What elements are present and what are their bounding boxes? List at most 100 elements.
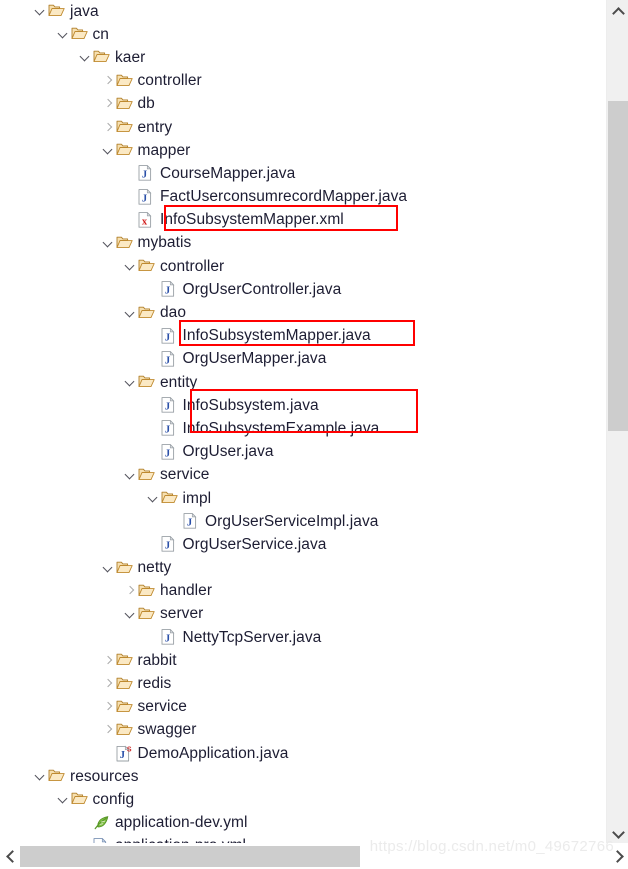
tree-expander-spacer: [101, 742, 116, 765]
tree-expander-collapsed-icon[interactable]: [123, 580, 138, 603]
tree-row[interactable]: mapper: [0, 139, 606, 162]
tree-row[interactable]: J CourseMapper.java: [0, 162, 606, 185]
folder-open-icon: [93, 49, 110, 66]
tree-expander-expanded-icon[interactable]: [146, 487, 161, 510]
tree-row[interactable]: application-dev.yml: [0, 812, 606, 835]
tree-item-label: OrgUserService.java: [182, 535, 327, 553]
tree-expander-expanded-icon[interactable]: [123, 302, 138, 325]
chevron-up-icon[interactable]: [607, 0, 628, 20]
folder-open-icon: [116, 652, 133, 669]
tree-row[interactable]: cn: [0, 23, 606, 46]
tree-row[interactable]: J InfoSubsystem.java: [0, 394, 606, 417]
folder-open-icon: [138, 374, 155, 391]
tree-row[interactable]: J OrgUserController.java: [0, 278, 606, 301]
tree-row[interactable]: service: [0, 696, 606, 719]
tree-row[interactable]: dao: [0, 301, 606, 324]
tree-row[interactable]: handler: [0, 580, 606, 603]
java-spring-main-file-icon: JS: [116, 745, 133, 762]
vertical-scrollbar-thumb[interactable]: [608, 101, 628, 431]
tree-expander-collapsed-icon[interactable]: [101, 649, 116, 672]
tree-expander-expanded-icon[interactable]: [123, 603, 138, 626]
tree-row[interactable]: J FactUserconsumrecordMapper.java: [0, 186, 606, 209]
tree-expander-expanded-icon[interactable]: [78, 46, 93, 69]
package-explorer-tree[interactable]: java cn kaer controller db entry mapper J Course…: [0, 0, 606, 843]
tree-expander-expanded-icon[interactable]: [123, 255, 138, 278]
tree-expander-expanded-icon[interactable]: [56, 788, 71, 811]
tree-row[interactable]: config: [0, 788, 606, 811]
tree-row[interactable]: mybatis: [0, 232, 606, 255]
svg-text:J: J: [142, 193, 147, 204]
tree-expander-collapsed-icon[interactable]: [101, 673, 116, 696]
tree-item-label: NettyTcpServer.java: [182, 628, 322, 646]
svg-text:J: J: [187, 518, 192, 529]
folder-open-icon: [138, 606, 155, 623]
tree-expander-spacer: [123, 209, 138, 232]
tree-row[interactable]: J InfoSubsystemMapper.java: [0, 325, 606, 348]
svg-text:J: J: [164, 286, 169, 297]
tree-item-label: redis: [137, 675, 172, 693]
tree-item-label: application-dev.yml: [115, 814, 248, 832]
vertical-scrollbar[interactable]: [606, 0, 628, 843]
tree-row[interactable]: entry: [0, 116, 606, 139]
tree-expander-spacer: [146, 626, 161, 649]
tree-expander-collapsed-icon[interactable]: [101, 93, 116, 116]
tree-expander-expanded-icon[interactable]: [33, 0, 48, 23]
svg-text:J: J: [164, 541, 169, 552]
tree-row[interactable]: J OrgUserMapper.java: [0, 348, 606, 371]
tree-row[interactable]: entity: [0, 371, 606, 394]
folder-open-icon: [116, 722, 133, 739]
tree-expander-collapsed-icon[interactable]: [101, 70, 116, 93]
tree-row[interactable]: controller: [0, 70, 606, 93]
tree-expander-expanded-icon[interactable]: [56, 23, 71, 46]
tree-row[interactable]: J OrgUser.java: [0, 441, 606, 464]
tree-row[interactable]: swagger: [0, 719, 606, 742]
tree-expander-expanded-icon[interactable]: [33, 765, 48, 788]
tree-item-label: InfoSubsystemMapper.java: [182, 327, 371, 345]
chevron-left-icon[interactable]: [0, 843, 20, 869]
tree-item-label: impl: [182, 489, 212, 507]
tree-row[interactable]: server: [0, 603, 606, 626]
yaml-spring-file-icon: [93, 815, 110, 832]
folder-open-icon: [116, 142, 133, 159]
tree-row[interactable]: resources: [0, 765, 606, 788]
svg-text:J: J: [119, 750, 124, 761]
tree-item-label: OrgUser.java: [182, 443, 274, 461]
svg-text:J: J: [164, 633, 169, 644]
tree-row[interactable]: J OrgUserService.java: [0, 533, 606, 556]
tree-expander-expanded-icon[interactable]: [101, 232, 116, 255]
horizontal-scrollbar-thumb[interactable]: [20, 846, 360, 867]
tree-row[interactable]: impl: [0, 487, 606, 510]
tree-expander-expanded-icon[interactable]: [123, 464, 138, 487]
tree-row[interactable]: J S DemoApplication.java: [0, 742, 606, 765]
tree-expander-expanded-icon[interactable]: [101, 139, 116, 162]
folder-open-icon: [48, 768, 65, 785]
tree-row[interactable]: J InfoSubsystemExample.java: [0, 417, 606, 440]
tree-expander-expanded-icon[interactable]: [123, 371, 138, 394]
tree-row[interactable]: J NettyTcpServer.java: [0, 626, 606, 649]
tree-expander-spacer: [168, 510, 183, 533]
tree-item-label: InfoSubsystem.java: [182, 396, 319, 414]
tree-expander-collapsed-icon[interactable]: [101, 116, 116, 139]
java-file-icon: J: [161, 397, 178, 414]
xml-file-icon: x: [138, 211, 155, 229]
tree-row[interactable]: rabbit: [0, 649, 606, 672]
tree-row[interactable]: x InfoSubsystemMapper.xml: [0, 209, 606, 232]
tree-item-label: entity: [160, 373, 198, 391]
tree-row[interactable]: controller: [0, 255, 606, 278]
tree-row[interactable]: service: [0, 464, 606, 487]
tree-row[interactable]: kaer: [0, 46, 606, 69]
tree-expander-expanded-icon[interactable]: [101, 557, 116, 580]
tree-row[interactable]: redis: [0, 672, 606, 695]
folder-open-icon: [116, 699, 133, 716]
tree-row[interactable]: java: [0, 0, 606, 23]
tree-item-label: InfoSubsystemMapper.xml: [160, 211, 344, 229]
tree-row[interactable]: db: [0, 93, 606, 116]
tree-item-label: server: [160, 605, 204, 623]
tree-row[interactable]: J OrgUserServiceImpl.java: [0, 510, 606, 533]
tree-item-label: service: [137, 698, 187, 716]
tree-expander-collapsed-icon[interactable]: [101, 719, 116, 742]
tree-item-label: rabbit: [137, 651, 177, 669]
tree-expander-spacer: [78, 835, 93, 843]
tree-row[interactable]: netty: [0, 557, 606, 580]
tree-expander-collapsed-icon[interactable]: [101, 696, 116, 719]
